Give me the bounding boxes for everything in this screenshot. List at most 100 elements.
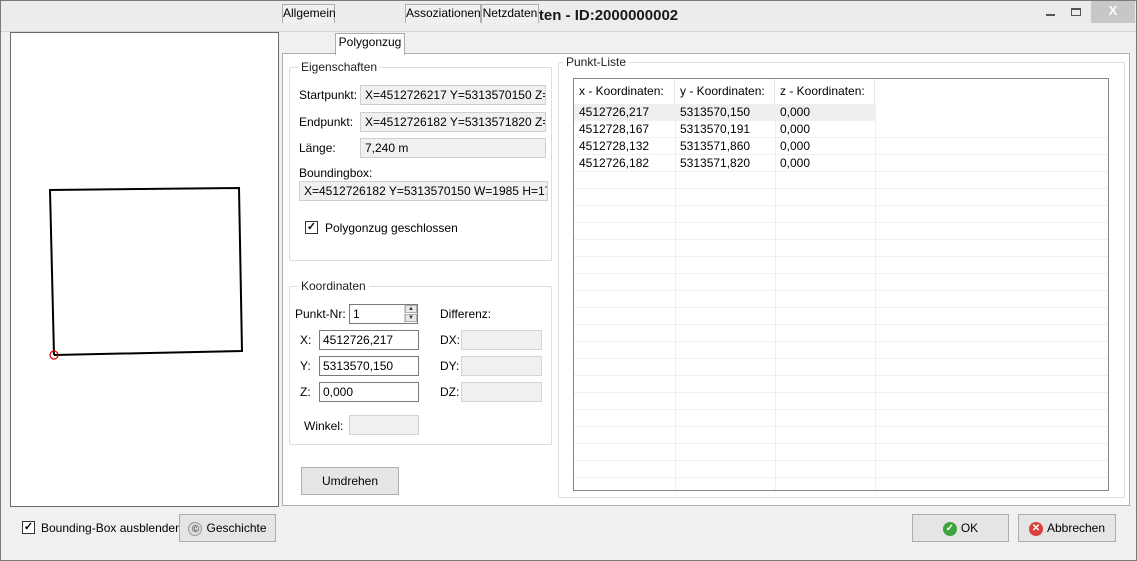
- tab-panel-polygonzug: Eigenschaften Startpunkt: X=4512726217 Y…: [282, 53, 1130, 506]
- title-bar: Eigenschaften - ID:2000000002 X: [1, 1, 1136, 32]
- bounding-box-label: Bounding-Box ausblenden: [41, 521, 182, 535]
- history-icon: ©: [188, 521, 203, 536]
- close-icon: X: [1108, 3, 1118, 18]
- check-circle-icon: ✓: [942, 521, 957, 536]
- cell-z: 0,000: [780, 122, 811, 136]
- differenz-label: Differenz:: [440, 307, 492, 321]
- koordinaten-legend: Koordinaten: [298, 279, 369, 293]
- abbrechen-label: Abbrechen: [1046, 521, 1106, 535]
- cell-y: 5313571,820: [680, 156, 751, 170]
- properties-dialog: Eigenschaften - ID:2000000002 X Allgemei…: [0, 0, 1137, 561]
- boundingbox-field[interactable]: X=4512726182 Y=5313570150 W=1985 H=1710: [299, 181, 548, 201]
- maximize-icon: [1071, 8, 1081, 16]
- punkt-nr-spinner[interactable]: ▲ ▼: [404, 305, 417, 323]
- column-header-x[interactable]: x - Koordinaten:: [574, 79, 675, 103]
- table-row[interactable]: 4512726,182 5313571,820 0,000: [574, 155, 1108, 172]
- maximize-button[interactable]: [1063, 1, 1089, 23]
- punkt-nr-label: Punkt-Nr:: [295, 307, 346, 321]
- empty-row: [574, 223, 1108, 240]
- cancel-circle-icon: ✕: [1028, 521, 1043, 536]
- empty-row: [574, 427, 1108, 444]
- table-row[interactable]: 4512728,167 5313570,191 0,000: [574, 121, 1108, 138]
- tab-allgemein[interactable]: Allgemein: [282, 4, 336, 23]
- laenge-label: Länge:: [299, 141, 336, 155]
- dx-field[interactable]: [461, 330, 542, 350]
- umdrehen-button[interactable]: Umdrehen: [301, 467, 399, 495]
- cell-y: 5313571,860: [680, 139, 751, 153]
- laenge-field[interactable]: 7,240 m: [360, 138, 546, 158]
- cell-y: 5313570,191: [680, 122, 751, 136]
- dz-field[interactable]: [461, 382, 542, 402]
- eigenschaften-legend: Eigenschaften: [298, 60, 381, 74]
- polygon-drawing: [48, 186, 244, 360]
- cell-y: 5313570,150: [680, 105, 751, 119]
- eigenschaften-group: Eigenschaften Startpunkt: X=4512726217 Y…: [289, 60, 552, 261]
- dx-label: DX:: [440, 333, 461, 347]
- column-header-z[interactable]: z - Koordinaten:: [775, 79, 875, 103]
- startpunkt-label: Startpunkt:: [299, 88, 358, 102]
- empty-row: [574, 189, 1108, 206]
- spin-down-icon[interactable]: ▼: [405, 314, 417, 322]
- empty-row: [574, 444, 1108, 461]
- column-header-y[interactable]: y - Koordinaten:: [675, 79, 775, 103]
- empty-row: [574, 274, 1108, 291]
- x-label: X:: [300, 333, 312, 347]
- window-title: Eigenschaften - ID:2000000002: [458, 7, 679, 24]
- polygon-preview: [10, 32, 279, 507]
- close-button[interactable]: X: [1091, 1, 1135, 23]
- empty-row: [574, 342, 1108, 359]
- tab-polygonzug[interactable]: Polygonzug: [335, 33, 405, 55]
- dy-field[interactable]: [461, 356, 542, 376]
- cell-x: 4512728,167: [579, 122, 650, 136]
- y-label: Y:: [300, 359, 311, 373]
- table-header: x - Koordinaten: y - Koordinaten: z - Ko…: [574, 79, 1108, 103]
- empty-row: [574, 461, 1108, 478]
- cell-z: 0,000: [780, 105, 811, 119]
- dz-label: DZ:: [440, 385, 460, 399]
- koordinaten-group: Koordinaten Punkt-Nr: 1 ▲ ▼ Differenz: X…: [289, 279, 552, 445]
- cell-x: 4512726,217: [579, 105, 650, 119]
- boundingbox-label: Boundingbox:: [299, 166, 373, 180]
- ok-button[interactable]: ✓ OK: [912, 514, 1009, 542]
- spin-up-icon[interactable]: ▲: [405, 305, 417, 313]
- cell-x: 4512726,182: [579, 156, 650, 170]
- punkt-liste-table[interactable]: x - Koordinaten: y - Koordinaten: z - Ko…: [573, 78, 1109, 491]
- minimize-button[interactable]: [1037, 1, 1063, 23]
- startpunkt-field[interactable]: X=4512726217 Y=5313570150 Z=0: [360, 85, 546, 105]
- punkt-liste-legend: Punkt-Liste: [563, 55, 630, 69]
- geschlossen-label: Polygonzug geschlossen: [325, 221, 458, 235]
- geschichte-label: Geschichte: [206, 521, 267, 535]
- empty-row: [574, 172, 1108, 189]
- empty-row: [574, 410, 1108, 427]
- winkel-label: Winkel:: [304, 419, 344, 433]
- winkel-field[interactable]: [349, 415, 419, 435]
- tab-assoziationen[interactable]: Assoziationen: [405, 4, 481, 23]
- empty-row: [574, 308, 1108, 325]
- polygon-outline: [48, 186, 244, 356]
- empty-row: [574, 325, 1108, 342]
- table-row[interactable]: 4512726,217 5313570,150 0,000: [574, 104, 875, 121]
- minimize-icon: [1045, 14, 1055, 16]
- geschichte-button[interactable]: © Geschichte: [179, 514, 276, 542]
- tab-netzdaten[interactable]: Netzdaten: [481, 4, 539, 23]
- dy-label: DY:: [440, 359, 460, 373]
- empty-row: [574, 359, 1108, 376]
- empty-row: [574, 291, 1108, 308]
- z-input[interactable]: 0,000: [319, 382, 419, 402]
- empty-row: [574, 376, 1108, 393]
- abbrechen-button[interactable]: ✕ Abbrechen: [1018, 514, 1116, 542]
- empty-row: [574, 240, 1108, 257]
- table-row[interactable]: 4512728,132 5313571,860 0,000: [574, 138, 1108, 155]
- empty-row: [574, 393, 1108, 410]
- empty-row: [574, 257, 1108, 274]
- y-input[interactable]: 5313570,150: [319, 356, 419, 376]
- x-input[interactable]: 4512726,217: [319, 330, 419, 350]
- empty-row: [574, 206, 1108, 223]
- cell-z: 0,000: [780, 156, 811, 170]
- cell-x: 4512728,132: [579, 139, 650, 153]
- endpunkt-field[interactable]: X=4512726182 Y=5313571820 Z=0: [360, 112, 546, 132]
- z-label: Z:: [300, 385, 311, 399]
- geschlossen-checkbox[interactable]: ✓: [305, 221, 318, 234]
- bounding-box-checkbox[interactable]: ✓: [22, 521, 35, 534]
- cell-z: 0,000: [780, 139, 811, 153]
